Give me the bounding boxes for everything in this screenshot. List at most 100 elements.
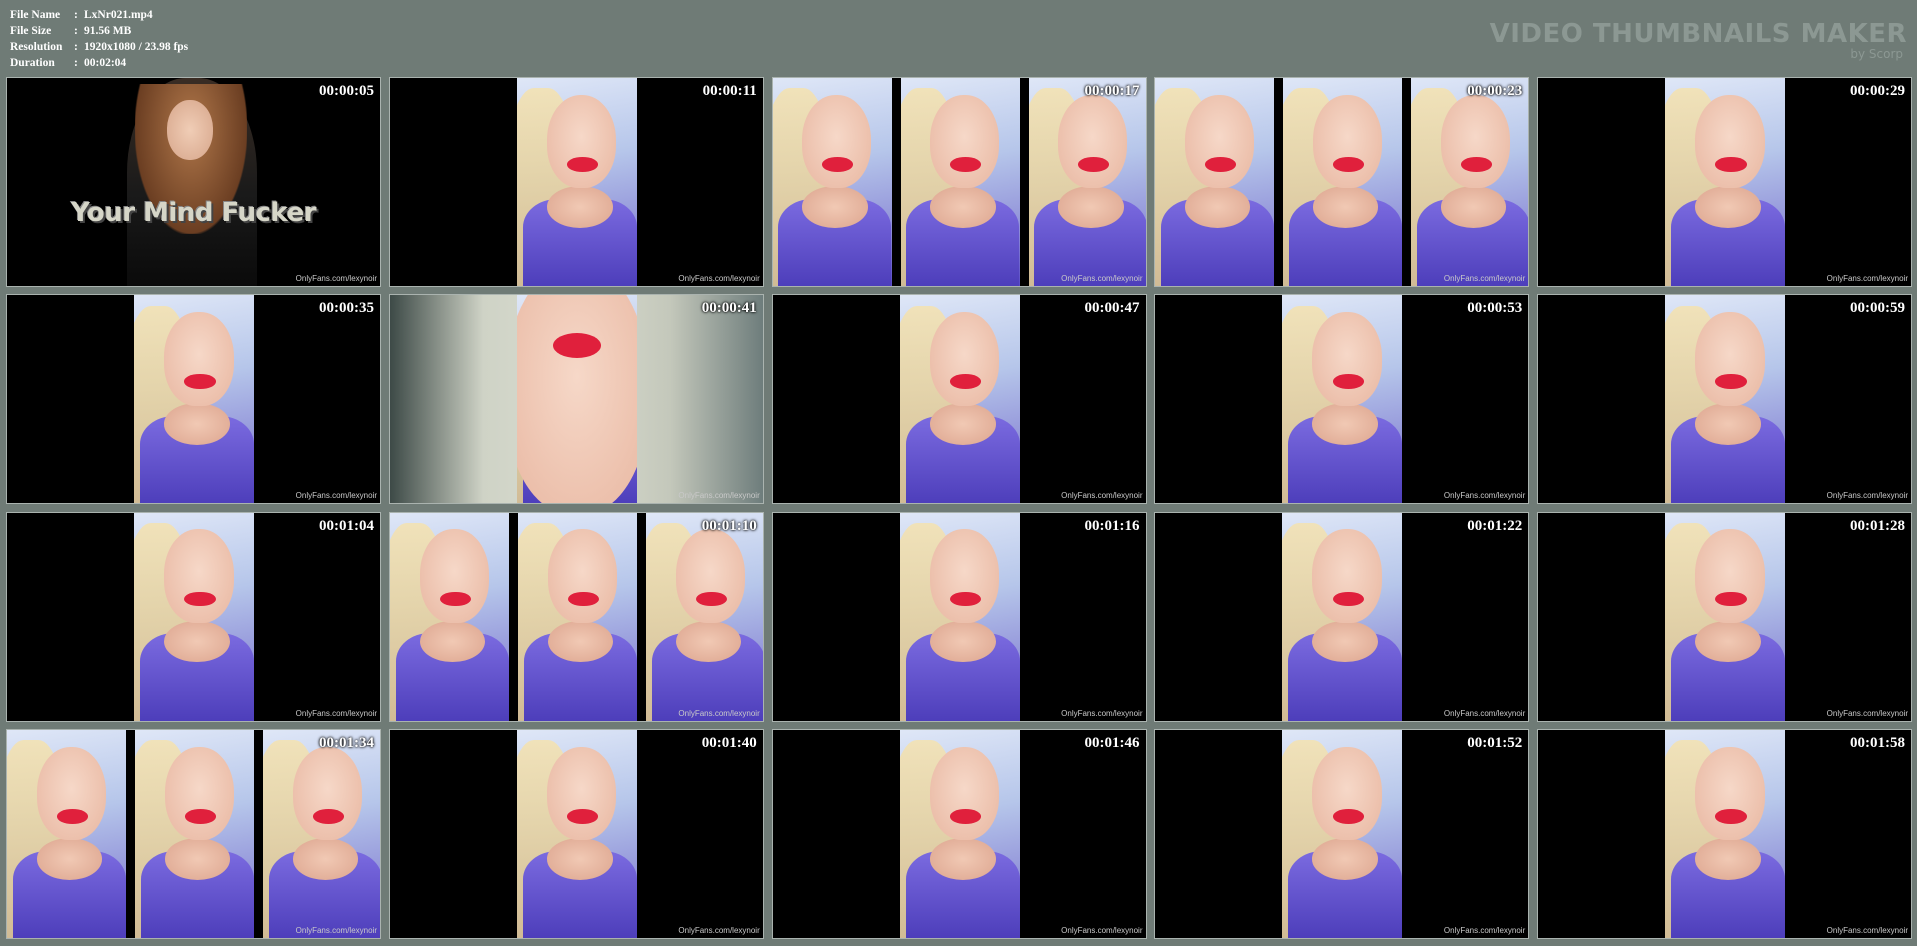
timestamp: 00:01:10 bbox=[701, 517, 757, 534]
frame-panel bbox=[899, 729, 1020, 938]
video-thumbnail[interactable]: Your Mind Fucker 00:00:05 OnlyFans.com/lex… bbox=[6, 77, 381, 287]
video-thumbnail[interactable]: 00:01:04 OnlyFans.com/lexynoir bbox=[6, 511, 381, 722]
video-frame-image bbox=[1282, 512, 1403, 721]
frame-panel bbox=[516, 78, 637, 286]
timestamp: 00:00:11 bbox=[702, 83, 757, 99]
watermark: OnlyFans.com/lexynoir bbox=[1061, 925, 1143, 935]
frame-panel bbox=[1665, 295, 1785, 504]
video-frame-image bbox=[263, 729, 380, 938]
timestamp: 00:01:16 bbox=[1084, 517, 1140, 534]
frame-panel bbox=[1665, 78, 1785, 286]
timestamp: 00:01:58 bbox=[1850, 734, 1905, 751]
video-frame-image bbox=[772, 78, 892, 286]
video-thumbnail[interactable]: 00:00:35 OnlyFans.com/lexynoir bbox=[6, 294, 381, 505]
video-thumbnail[interactable]: 00:01:16 OnlyFans.com/lexynoir bbox=[771, 511, 1147, 722]
video-thumbnail[interactable]: 00:01:28 OnlyFans.com/lexynoir bbox=[1537, 511, 1912, 722]
video-frame-image bbox=[1283, 78, 1403, 286]
timestamp: 00:00:41 bbox=[701, 300, 757, 317]
watermark: OnlyFans.com/lexynoir bbox=[1061, 708, 1143, 718]
video-thumbnail[interactable]: 00:00:59 OnlyFans.com/lexynoir bbox=[1537, 294, 1912, 505]
video-thumbnail[interactable]: 00:00:47 OnlyFans.com/lexynoir bbox=[771, 294, 1147, 505]
frame-panel bbox=[1282, 729, 1403, 938]
timestamp: 00:00:59 bbox=[1850, 300, 1905, 317]
frame-panel bbox=[899, 512, 1020, 721]
watermark: OnlyFans.com/lexynoir bbox=[678, 491, 760, 501]
video-frame-image bbox=[645, 512, 763, 721]
video-frame-image bbox=[899, 295, 1020, 504]
video-thumbnail[interactable]: 00:00:17 OnlyFans.com/lexynoir bbox=[771, 77, 1147, 287]
separator: : bbox=[74, 41, 78, 53]
watermark: OnlyFans.com/lexynoir bbox=[1061, 491, 1143, 501]
video-frame-image bbox=[516, 78, 637, 286]
video-frame-image bbox=[517, 512, 637, 721]
watermark: OnlyFans.com/lexynoir bbox=[678, 925, 760, 935]
video-thumbnail[interactable]: 00:00:11 OnlyFans.com/lexynoir bbox=[388, 77, 764, 287]
video-frame-image bbox=[1028, 78, 1146, 286]
video-frame-image bbox=[1411, 78, 1529, 286]
timestamp: 00:00:47 bbox=[1084, 300, 1140, 317]
timestamp: 00:01:22 bbox=[1467, 517, 1523, 534]
frame-panel bbox=[134, 295, 254, 504]
brand-subtitle: by Scorp bbox=[1850, 47, 1903, 61]
video-frame-image bbox=[1665, 295, 1785, 504]
frame-panel bbox=[134, 512, 254, 721]
watermark: OnlyFans.com/lexynoir bbox=[295, 708, 377, 718]
watermark: OnlyFans.com/lexynoir bbox=[1443, 274, 1526, 283]
video-thumbnail[interactable]: 00:01:22 OnlyFans.com/lexynoir bbox=[1154, 511, 1530, 722]
frame-panel bbox=[1411, 78, 1529, 286]
file-info: File Name : LxNr021.mp4 File Size : 91.5… bbox=[10, 7, 188, 71]
frame-panel bbox=[516, 729, 637, 938]
video-thumbnail[interactable]: 00:01:46 OnlyFans.com/lexynoir bbox=[771, 728, 1147, 939]
timestamp: 00:01:46 bbox=[1084, 734, 1140, 751]
video-thumbnail[interactable]: 00:01:34 OnlyFans.com/lexynoir bbox=[6, 728, 381, 939]
timestamp: 00:00:35 bbox=[319, 300, 374, 317]
video-frame-image bbox=[389, 512, 509, 721]
file-size-value: 91.56 MB bbox=[84, 25, 132, 37]
video-thumbnail[interactable]: 00:00:23 OnlyFans.com/lexynoir bbox=[1154, 77, 1530, 287]
video-frame-image bbox=[134, 295, 254, 504]
frame-panel bbox=[389, 512, 509, 721]
brand-title: VIDEO THUMBNAILS MAKER bbox=[1489, 19, 1907, 49]
watermark: OnlyFans.com/lexynoir bbox=[678, 708, 760, 718]
watermark: OnlyFans.com/lexynoir bbox=[1443, 708, 1526, 718]
resolution-label: Resolution bbox=[10, 41, 63, 53]
duration-label: Duration bbox=[10, 57, 55, 69]
timestamp: 00:01:04 bbox=[319, 517, 374, 534]
video-thumbnail[interactable]: 00:00:41 OnlyFans.com/lexynoir bbox=[388, 294, 764, 505]
brand-logo: VIDEO THUMBNAILS MAKER by Scorp bbox=[1490, 20, 1907, 60]
watermark: OnlyFans.com/lexynoir bbox=[1826, 274, 1908, 283]
video-thumbnail[interactable]: 00:01:52 OnlyFans.com/lexynoir bbox=[1154, 728, 1530, 939]
frame-panel bbox=[7, 729, 126, 938]
video-frame-image bbox=[900, 78, 1020, 286]
frame-panel bbox=[772, 78, 892, 286]
frame-panel bbox=[645, 512, 763, 721]
watermark: OnlyFans.com/lexynoir bbox=[1826, 491, 1908, 501]
video-thumbnail[interactable]: 00:00:53 OnlyFans.com/lexynoir bbox=[1154, 294, 1530, 505]
video-frame-image bbox=[1282, 295, 1403, 504]
frame-panel bbox=[1155, 78, 1275, 286]
separator: : bbox=[74, 9, 78, 21]
timestamp: 00:00:53 bbox=[1467, 300, 1523, 317]
duration-value: 00:02:04 bbox=[84, 57, 127, 69]
video-thumbnail[interactable]: 00:01:40 OnlyFans.com/lexynoir bbox=[388, 728, 764, 939]
video-frame-image bbox=[899, 512, 1020, 721]
video-thumbnail[interactable]: 00:00:29 OnlyFans.com/lexynoir bbox=[1537, 77, 1912, 287]
video-frame-image bbox=[1665, 729, 1785, 938]
frame-panel bbox=[1282, 512, 1403, 721]
frame-panel bbox=[1283, 78, 1403, 286]
video-thumbnail[interactable]: 00:01:58 OnlyFans.com/lexynoir bbox=[1537, 728, 1912, 939]
timestamp: 00:01:52 bbox=[1467, 734, 1523, 751]
video-thumbnail[interactable]: 00:01:10 OnlyFans.com/lexynoir bbox=[388, 511, 764, 722]
watermark: OnlyFans.com/lexynoir bbox=[295, 925, 377, 935]
resolution-row: Resolution : 1920x1080 / 23.98 fps bbox=[10, 39, 188, 55]
watermark: OnlyFans.com/lexynoir bbox=[1443, 491, 1526, 501]
frame-panel bbox=[899, 295, 1020, 504]
watermark: OnlyFans.com/lexynoir bbox=[295, 491, 377, 501]
thumbnail-grid: Your Mind Fucker 00:00:05 OnlyFans.com/lex… bbox=[6, 77, 1912, 941]
timestamp: 00:00:23 bbox=[1467, 83, 1523, 99]
frame-panel bbox=[263, 729, 380, 938]
timestamp: 00:01:34 bbox=[319, 734, 374, 751]
video-frame-image bbox=[516, 729, 637, 938]
watermark: OnlyFans.com/lexynoir bbox=[1826, 708, 1908, 718]
frame-panel bbox=[1665, 512, 1785, 721]
